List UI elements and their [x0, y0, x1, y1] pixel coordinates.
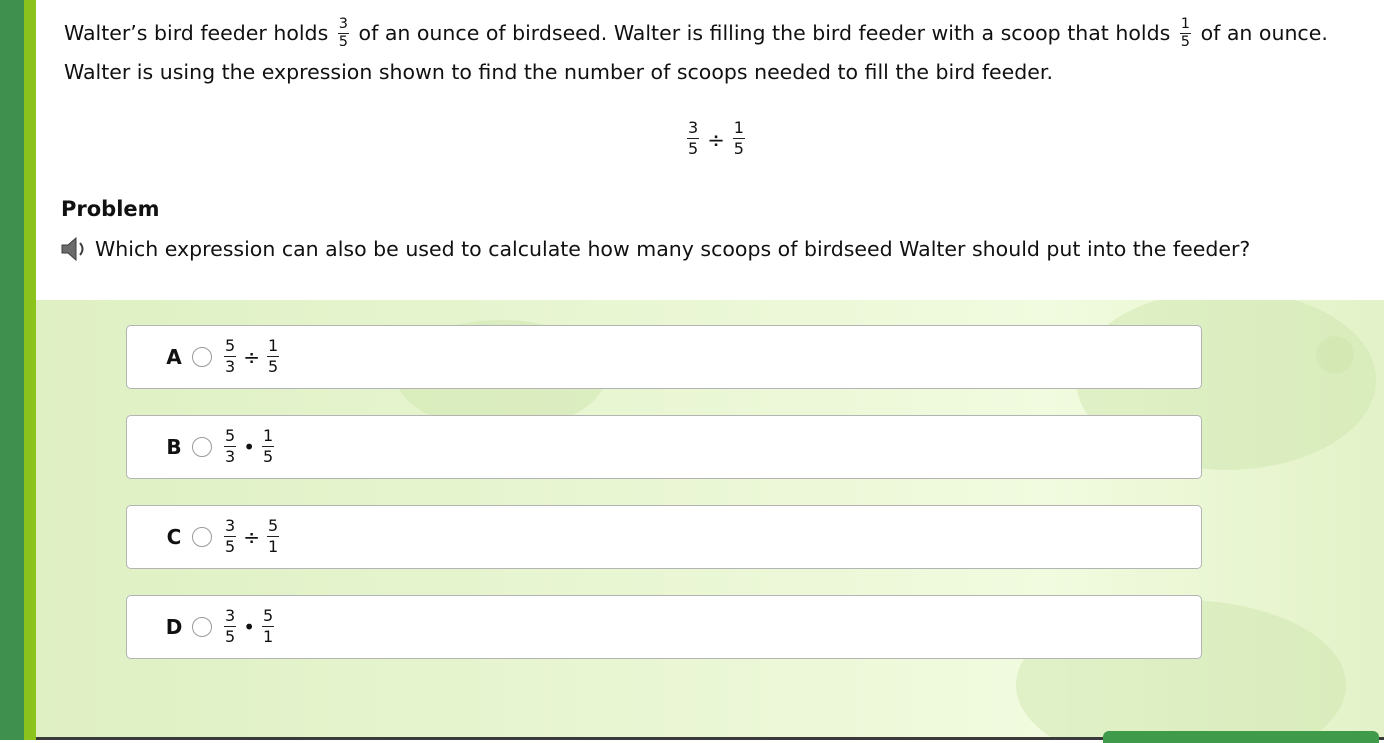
choice-letter: A	[166, 345, 182, 369]
choice-letter: C	[166, 525, 182, 549]
numerator: 1	[266, 335, 280, 357]
choice-letter: B	[166, 435, 182, 459]
choice-operator: ÷	[243, 345, 260, 369]
given-expression: 35 ÷ 15	[684, 118, 748, 159]
choice-left-fraction: 35	[224, 605, 237, 646]
expression-left-fraction: 35	[687, 118, 700, 158]
choice-c[interactable]: C 35 ÷ 51	[126, 505, 1202, 569]
choice-operator: •	[243, 615, 255, 639]
stem-text-2: of an ounce of birdseed. Walter is filli…	[358, 21, 1171, 45]
stem-text-1: Walter’s bird feeder holds	[64, 21, 329, 45]
background-decoration	[1316, 336, 1354, 374]
numerator: 3	[224, 515, 237, 537]
stem-fraction-2: 15	[1179, 15, 1192, 50]
numerator: 3	[687, 118, 700, 139]
choice-expression: 35 • 51	[221, 605, 277, 647]
choice-operator: •	[243, 435, 255, 459]
sidebar-stripe-light	[24, 0, 36, 740]
choice-operator: ÷	[243, 525, 260, 549]
denominator: 5	[262, 446, 274, 466]
radio-button[interactable]	[192, 437, 212, 457]
denominator: 3	[225, 446, 236, 466]
choice-d[interactable]: D 35 • 51	[126, 595, 1202, 659]
numerator: 1	[261, 425, 275, 447]
choice-right-fraction: 51	[261, 605, 275, 646]
denominator: 5	[267, 356, 279, 376]
choice-right-fraction: 15	[261, 425, 275, 466]
radio-button[interactable]	[192, 347, 212, 367]
choice-b[interactable]: B 53 • 15	[126, 415, 1202, 479]
denominator: 5	[1180, 33, 1191, 50]
denominator: 5	[688, 139, 699, 158]
speaker-icon[interactable]	[60, 234, 90, 264]
choice-a[interactable]: A 53 ÷ 15	[126, 325, 1202, 389]
radio-button[interactable]	[192, 527, 212, 547]
choice-letter: D	[165, 615, 183, 639]
choice-expression: 53 ÷ 15	[221, 335, 282, 377]
choice-left-fraction: 53	[224, 335, 237, 376]
question-stem: Walter’s bird feeder holds 35 of an ounc…	[64, 14, 1354, 92]
sidebar-stripe-dark	[0, 0, 24, 740]
numerator: 5	[261, 605, 275, 627]
numerator: 5	[224, 335, 237, 357]
numerator: 3	[224, 605, 237, 627]
next-button[interactable]	[1103, 731, 1379, 743]
problem-heading: Problem	[61, 197, 160, 221]
denominator: 1	[262, 626, 274, 646]
denominator: 5	[225, 536, 236, 556]
stem-fraction-1: 35	[337, 15, 350, 50]
choice-left-fraction: 53	[224, 425, 237, 466]
numerator: 5	[266, 515, 280, 537]
choice-right-fraction: 15	[266, 335, 280, 376]
choice-left-fraction: 35	[224, 515, 237, 556]
numerator: 1	[732, 118, 745, 139]
question-text: Which expression can also be used to cal…	[95, 237, 1251, 261]
denominator: 5	[225, 626, 236, 646]
division-operator: ÷	[707, 127, 725, 152]
expression-right-fraction: 15	[732, 118, 745, 158]
question-row: Which expression can also be used to cal…	[60, 234, 1250, 264]
choice-expression: 53 • 15	[221, 425, 277, 467]
denominator: 1	[267, 536, 279, 556]
denominator: 5	[338, 33, 349, 50]
choice-right-fraction: 51	[266, 515, 280, 556]
numerator: 3	[337, 15, 350, 34]
choice-expression: 35 ÷ 51	[221, 515, 282, 557]
denominator: 3	[225, 356, 236, 376]
answer-choices-area: A 53 ÷ 15 B 53 • 15 C 35 ÷ 51 D 35 • 51	[36, 300, 1384, 740]
numerator: 1	[1179, 15, 1192, 34]
radio-button[interactable]	[192, 617, 212, 637]
numerator: 5	[224, 425, 237, 447]
denominator: 5	[733, 139, 744, 158]
